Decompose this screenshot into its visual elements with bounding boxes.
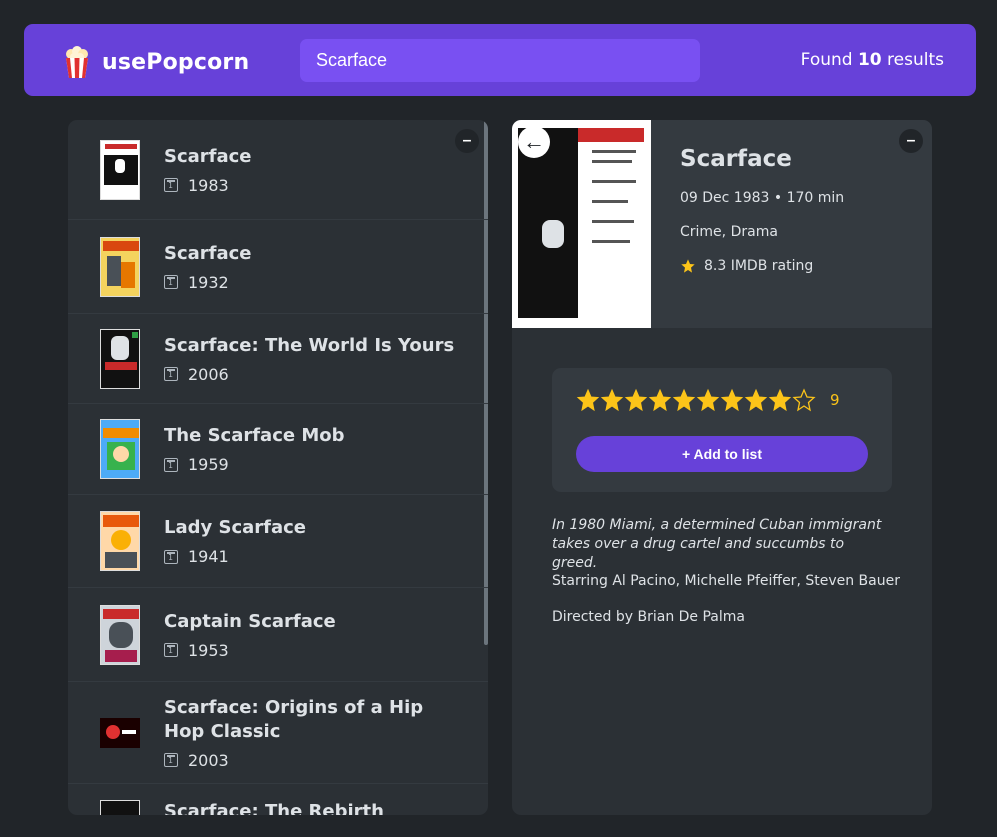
- movie-year-text: 1953: [188, 640, 229, 660]
- movie-title: The Scarface Mob: [164, 425, 345, 446]
- movie-year: 2006: [164, 365, 454, 384]
- details-header: ← Scarface 09 Dec 1983 • 170 min Crime, …: [512, 120, 932, 328]
- movie-info: The Scarface Mob 1959: [164, 424, 345, 474]
- star-rating: 9: [576, 388, 840, 412]
- movie-title: Lady Scarface: [164, 517, 307, 538]
- movie-year-text: 1941: [188, 547, 229, 566]
- results-prefix: Found: [800, 50, 853, 70]
- movie-poster: [100, 328, 140, 389]
- calendar-icon: [164, 367, 178, 381]
- rating-star-icon[interactable]: [720, 388, 744, 412]
- rating-star-icon[interactable]: [672, 388, 696, 412]
- detail-director: Directed by Brian De Palma: [552, 609, 745, 625]
- rating-star-icon[interactable]: [600, 388, 624, 412]
- movie-item[interactable]: Lady Scarface 1941: [68, 495, 488, 588]
- movie-title: Scarface: Origins of a Hip Hop Classic: [164, 696, 424, 742]
- movie-year-text: 1932: [188, 272, 229, 292]
- rating-star-icon[interactable]: [768, 388, 792, 412]
- movie-year: 1932: [164, 273, 252, 292]
- movie-info: Scarface 1983: [164, 145, 252, 195]
- calendar-icon: [164, 457, 178, 472]
- logo: usePopcorn: [64, 46, 249, 78]
- app-name: usePopcorn: [102, 49, 250, 75]
- movie-year-text: 1959: [188, 455, 229, 474]
- results-number: 10: [857, 50, 882, 70]
- rating-star-icon[interactable]: [744, 388, 768, 412]
- movie-info: Scarface 1932: [164, 242, 252, 292]
- movie-item[interactable]: Scarface: Origins of a Hip Hop Classic 2…: [68, 682, 488, 784]
- rating-star-icon[interactable]: [648, 388, 672, 412]
- movie-poster: [100, 419, 140, 479]
- rating-star-icon[interactable]: [624, 388, 648, 412]
- movie-poster: [100, 236, 140, 297]
- star-icon: [681, 259, 695, 273]
- movie-poster: [100, 511, 140, 571]
- calendar-icon: [164, 178, 178, 192]
- detail-title: Scarface: [680, 146, 792, 172]
- movie-item[interactable]: Scarface: The Rebirth: [68, 784, 488, 815]
- user-rating-box: 9 + Add to list: [552, 368, 892, 492]
- movie-year-text: 2003: [188, 750, 229, 770]
- movie-poster: [100, 139, 140, 200]
- movie-poster: [100, 703, 140, 763]
- movie-year: 1953: [164, 641, 336, 660]
- movie-list: Scarface 1983 Scarface 1932 Scarface:: [68, 120, 488, 815]
- movie-year-text: 2006: [188, 364, 229, 384]
- movie-title: Captain Scarface: [164, 610, 336, 632]
- popcorn-icon: [66, 46, 88, 78]
- add-to-list-button[interactable]: + Add to list: [576, 436, 868, 472]
- collapse-details-button[interactable]: –: [899, 129, 923, 153]
- imdb-rating-text: 8.3 IMDB rating: [704, 258, 814, 274]
- search-input[interactable]: [300, 39, 700, 82]
- back-button[interactable]: ←: [518, 126, 550, 158]
- rating-star-icon[interactable]: [576, 388, 600, 412]
- detail-actors: Starring Al Pacino, Michelle Pfeiffer, S…: [552, 573, 900, 589]
- collapse-list-button[interactable]: –: [455, 129, 479, 153]
- calendar-icon: [164, 275, 178, 289]
- nav-bar: usePopcorn Found 10 results: [24, 24, 976, 96]
- calendar-icon: [164, 643, 178, 657]
- movie-poster: [100, 604, 140, 665]
- movie-year: 2003: [164, 751, 456, 770]
- movie-year-text: 1983: [188, 175, 229, 195]
- movie-poster: [100, 800, 140, 815]
- movie-title: Scarface: [164, 242, 252, 264]
- movie-info: Scarface: The Rebirth: [164, 800, 384, 815]
- movie-info: Scarface: Origins of a Hip Hop Classic 2…: [164, 696, 456, 770]
- movie-title: Scarface: [164, 145, 252, 167]
- movie-info: Lady Scarface 1941: [164, 516, 306, 566]
- movie-details-panel: – ← Scarface 09 Dec 1983 • 170 min Crime…: [512, 120, 932, 815]
- movie-year: 1959: [164, 455, 345, 474]
- movie-year: 1941: [164, 547, 306, 566]
- movie-info: Captain Scarface 1953: [164, 610, 336, 660]
- user-rating-value: 9: [830, 391, 840, 409]
- movie-title: Scarface: The Rebirth: [164, 801, 384, 815]
- movie-item[interactable]: Scarface: The World Is Yours 2006: [68, 314, 488, 404]
- detail-imdb-rating: 8.3 IMDB rating: [680, 258, 813, 274]
- movie-info: Scarface: The World Is Yours 2006: [164, 334, 454, 384]
- calendar-icon: [164, 753, 178, 767]
- detail-genre: Crime, Drama: [680, 224, 778, 240]
- movie-year: 1983: [164, 176, 252, 195]
- movie-item[interactable]: Scarface 1932: [68, 220, 488, 314]
- movie-item[interactable]: Scarface 1983: [68, 120, 488, 220]
- results-suffix: results: [887, 50, 944, 70]
- calendar-icon: [164, 549, 178, 564]
- results-count: Found 10 results: [801, 50, 944, 70]
- rating-star-icon[interactable]: [792, 388, 816, 412]
- star-list: [576, 388, 816, 412]
- movie-item[interactable]: Captain Scarface 1953: [68, 588, 488, 682]
- rating-star-icon[interactable]: [696, 388, 720, 412]
- search-results-panel: – Scarface 1983 Scarface 1932: [68, 120, 488, 815]
- movie-item[interactable]: The Scarface Mob 1959: [68, 404, 488, 495]
- detail-release-runtime: 09 Dec 1983 • 170 min: [680, 190, 845, 206]
- movie-title: Scarface: The World Is Yours: [164, 334, 455, 356]
- detail-plot: In 1980 Miami, a determined Cuban immigr…: [552, 517, 882, 571]
